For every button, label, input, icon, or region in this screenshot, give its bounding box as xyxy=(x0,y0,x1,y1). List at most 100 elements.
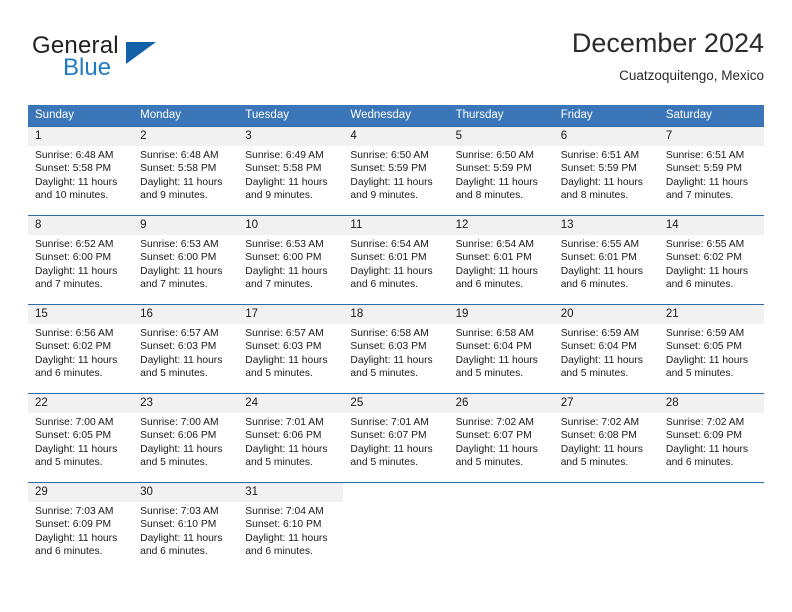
day-cell[interactable]: 5 Sunrise: 6:50 AM Sunset: 5:59 PM Dayli… xyxy=(448,127,554,215)
daylight-text-line2: and 10 minutes. xyxy=(35,190,109,202)
day-cell-empty xyxy=(553,483,659,571)
day-info: Sunrise: 6:59 AM Sunset: 6:04 PM Dayligh… xyxy=(554,324,659,381)
day-cell[interactable]: 9 Sunrise: 6:53 AM Sunset: 6:00 PM Dayli… xyxy=(133,216,239,304)
sunset-text: Sunset: 6:03 PM xyxy=(350,341,427,353)
daylight-text-line1: Daylight: 11 hours xyxy=(665,176,749,188)
sunset-text: Sunset: 6:00 PM xyxy=(140,252,217,264)
day-cell[interactable]: 30 Sunrise: 7:03 AM Sunset: 6:10 PM Dayl… xyxy=(133,483,239,571)
day-number: 25 xyxy=(343,394,449,413)
day-cell[interactable]: 6 Sunrise: 6:51 AM Sunset: 5:59 PM Dayli… xyxy=(553,127,659,215)
weekday-header-saturday: Saturday xyxy=(665,109,712,121)
day-info: Sunrise: 6:59 AM Sunset: 6:05 PM Dayligh… xyxy=(659,324,764,381)
weekday-header-monday: Monday xyxy=(140,109,182,121)
daylight-text-line2: and 7 minutes. xyxy=(245,279,313,291)
day-number: 26 xyxy=(448,394,554,413)
day-info: Sunrise: 7:01 AM Sunset: 6:07 PM Dayligh… xyxy=(343,413,448,470)
day-number: 17 xyxy=(238,305,344,324)
daylight-text-line2: and 7 minutes. xyxy=(35,279,103,291)
daylight-text-line2: and 5 minutes. xyxy=(665,368,734,380)
daylight-text-line1: Daylight: 11 hours xyxy=(560,176,643,188)
sunrise-text: Sunrise: 6:58 AM xyxy=(350,328,429,339)
day-cell[interactable]: 16 Sunrise: 6:57 AM Sunset: 6:03 PM Dayl… xyxy=(133,305,239,393)
day-info: Sunrise: 7:03 AM Sunset: 6:09 PM Dayligh… xyxy=(28,502,133,559)
day-cell[interactable]: 25 Sunrise: 7:01 AM Sunset: 6:07 PM Dayl… xyxy=(343,394,449,482)
day-number: 3 xyxy=(238,127,344,146)
day-number: 7 xyxy=(658,127,764,146)
day-number: 2 xyxy=(133,127,239,146)
daylight-text-line2: and 5 minutes. xyxy=(350,368,418,380)
day-cell[interactable]: 21 Sunrise: 6:59 AM Sunset: 6:05 PM Dayl… xyxy=(658,305,764,393)
sunset-text: Sunset: 6:10 PM xyxy=(245,519,322,531)
day-number: 18 xyxy=(343,305,449,324)
triangle-icon xyxy=(126,42,156,64)
day-cell[interactable]: 20 Sunrise: 6:59 AM Sunset: 6:04 PM Dayl… xyxy=(553,305,659,393)
day-cell[interactable]: 18 Sunrise: 6:58 AM Sunset: 6:03 PM Dayl… xyxy=(343,305,449,393)
day-cell[interactable]: 4 Sunrise: 6:50 AM Sunset: 5:59 PM Dayli… xyxy=(343,127,449,215)
sunset-text: Sunset: 5:59 PM xyxy=(455,163,532,175)
day-number: 8 xyxy=(28,216,134,235)
calendar-grid: Sunday Monday Tuesday Wednesday Thursday… xyxy=(28,105,764,571)
day-info: Sunrise: 6:57 AM Sunset: 6:03 PM Dayligh… xyxy=(238,324,343,381)
sunrise-text: Sunrise: 6:54 AM xyxy=(455,239,534,250)
day-cell[interactable]: 23 Sunrise: 7:00 AM Sunset: 6:06 PM Dayl… xyxy=(133,394,239,482)
daylight-text-line2: and 5 minutes. xyxy=(140,457,208,469)
sunset-text: Sunset: 6:08 PM xyxy=(560,430,637,442)
sunset-text: Sunset: 6:02 PM xyxy=(665,252,742,264)
sunset-text: Sunset: 6:05 PM xyxy=(665,341,742,353)
weekday-header-friday: Friday xyxy=(560,109,593,121)
day-info: Sunrise: 6:50 AM Sunset: 5:59 PM Dayligh… xyxy=(343,146,448,203)
day-cell[interactable]: 12 Sunrise: 6:54 AM Sunset: 6:01 PM Dayl… xyxy=(448,216,554,304)
brand-logo[interactable]: General Blue xyxy=(32,32,232,90)
daylight-text-line2: and 6 minutes. xyxy=(560,279,629,291)
day-cell[interactable]: 7 Sunrise: 6:51 AM Sunset: 5:59 PM Dayli… xyxy=(658,127,764,215)
day-info xyxy=(449,502,554,505)
page-title: December 2024 xyxy=(571,28,764,58)
day-cell[interactable]: 10 Sunrise: 6:53 AM Sunset: 6:00 PM Dayl… xyxy=(238,216,344,304)
day-cell[interactable]: 1 Sunrise: 6:48 AM Sunset: 5:58 PM Dayli… xyxy=(28,127,134,215)
daylight-text-line1: Daylight: 11 hours xyxy=(350,354,433,366)
day-cell[interactable]: 22 Sunrise: 7:00 AM Sunset: 6:05 PM Dayl… xyxy=(28,394,134,482)
day-cell[interactable]: 8 Sunrise: 6:52 AM Sunset: 6:00 PM Dayli… xyxy=(28,216,134,304)
daylight-text-line2: and 6 minutes. xyxy=(350,279,418,291)
day-cell[interactable]: 13 Sunrise: 6:55 AM Sunset: 6:01 PM Dayl… xyxy=(553,216,659,304)
day-number: 30 xyxy=(133,483,239,502)
day-number: 19 xyxy=(448,305,554,324)
daylight-text-line2: and 6 minutes. xyxy=(140,546,208,558)
sunrise-text: Sunrise: 7:00 AM xyxy=(140,417,219,428)
day-cell[interactable]: 29 Sunrise: 7:03 AM Sunset: 6:09 PM Dayl… xyxy=(28,483,134,571)
day-info: Sunrise: 6:57 AM Sunset: 6:03 PM Dayligh… xyxy=(133,324,238,381)
day-cell[interactable]: 15 Sunrise: 6:56 AM Sunset: 6:02 PM Dayl… xyxy=(28,305,134,393)
calendar-page: General Blue December 2024 Cuatzoquiteng… xyxy=(0,0,792,612)
day-cell[interactable]: 26 Sunrise: 7:02 AM Sunset: 6:07 PM Dayl… xyxy=(448,394,554,482)
day-info: Sunrise: 6:54 AM Sunset: 6:01 PM Dayligh… xyxy=(343,235,448,292)
sunrise-text: Sunrise: 6:49 AM xyxy=(245,150,324,161)
day-cell[interactable]: 3 Sunrise: 6:49 AM Sunset: 5:58 PM Dayli… xyxy=(238,127,344,215)
day-info: Sunrise: 6:58 AM Sunset: 6:04 PM Dayligh… xyxy=(449,324,554,381)
daylight-text-line2: and 8 minutes. xyxy=(560,190,629,202)
day-cell[interactable]: 11 Sunrise: 6:54 AM Sunset: 6:01 PM Dayl… xyxy=(343,216,449,304)
day-cell[interactable]: 27 Sunrise: 7:02 AM Sunset: 6:08 PM Dayl… xyxy=(553,394,659,482)
daylight-text-line1: Daylight: 11 hours xyxy=(245,265,328,277)
day-cell[interactable]: 2 Sunrise: 6:48 AM Sunset: 5:58 PM Dayli… xyxy=(133,127,239,215)
day-cell[interactable]: 31 Sunrise: 7:04 AM Sunset: 6:10 PM Dayl… xyxy=(238,483,344,571)
sunset-text: Sunset: 6:00 PM xyxy=(35,252,112,264)
weekday-header-sunday: Sunday xyxy=(35,109,75,121)
day-info: Sunrise: 7:04 AM Sunset: 6:10 PM Dayligh… xyxy=(238,502,343,559)
day-cell[interactable]: 24 Sunrise: 7:01 AM Sunset: 6:06 PM Dayl… xyxy=(238,394,344,482)
daylight-text-line2: and 6 minutes. xyxy=(35,368,103,380)
day-number: 12 xyxy=(448,216,554,235)
sunset-text: Sunset: 5:58 PM xyxy=(140,163,217,175)
day-info: Sunrise: 6:53 AM Sunset: 6:00 PM Dayligh… xyxy=(238,235,343,292)
daylight-text-line2: and 7 minutes. xyxy=(140,279,208,291)
day-cell[interactable]: 19 Sunrise: 6:58 AM Sunset: 6:04 PM Dayl… xyxy=(448,305,554,393)
day-cell[interactable]: 17 Sunrise: 6:57 AM Sunset: 6:03 PM Dayl… xyxy=(238,305,344,393)
day-info: Sunrise: 7:03 AM Sunset: 6:10 PM Dayligh… xyxy=(133,502,238,559)
day-number: 14 xyxy=(658,216,764,235)
day-number: 24 xyxy=(238,394,344,413)
day-cell[interactable]: 28 Sunrise: 7:02 AM Sunset: 6:09 PM Dayl… xyxy=(658,394,764,482)
day-cell[interactable]: 14 Sunrise: 6:55 AM Sunset: 6:02 PM Dayl… xyxy=(658,216,764,304)
day-info: Sunrise: 6:52 AM Sunset: 6:00 PM Dayligh… xyxy=(28,235,133,292)
sunrise-text: Sunrise: 6:59 AM xyxy=(560,328,640,339)
day-info: Sunrise: 6:54 AM Sunset: 6:01 PM Dayligh… xyxy=(449,235,554,292)
sunrise-text: Sunrise: 6:51 AM xyxy=(665,150,745,161)
